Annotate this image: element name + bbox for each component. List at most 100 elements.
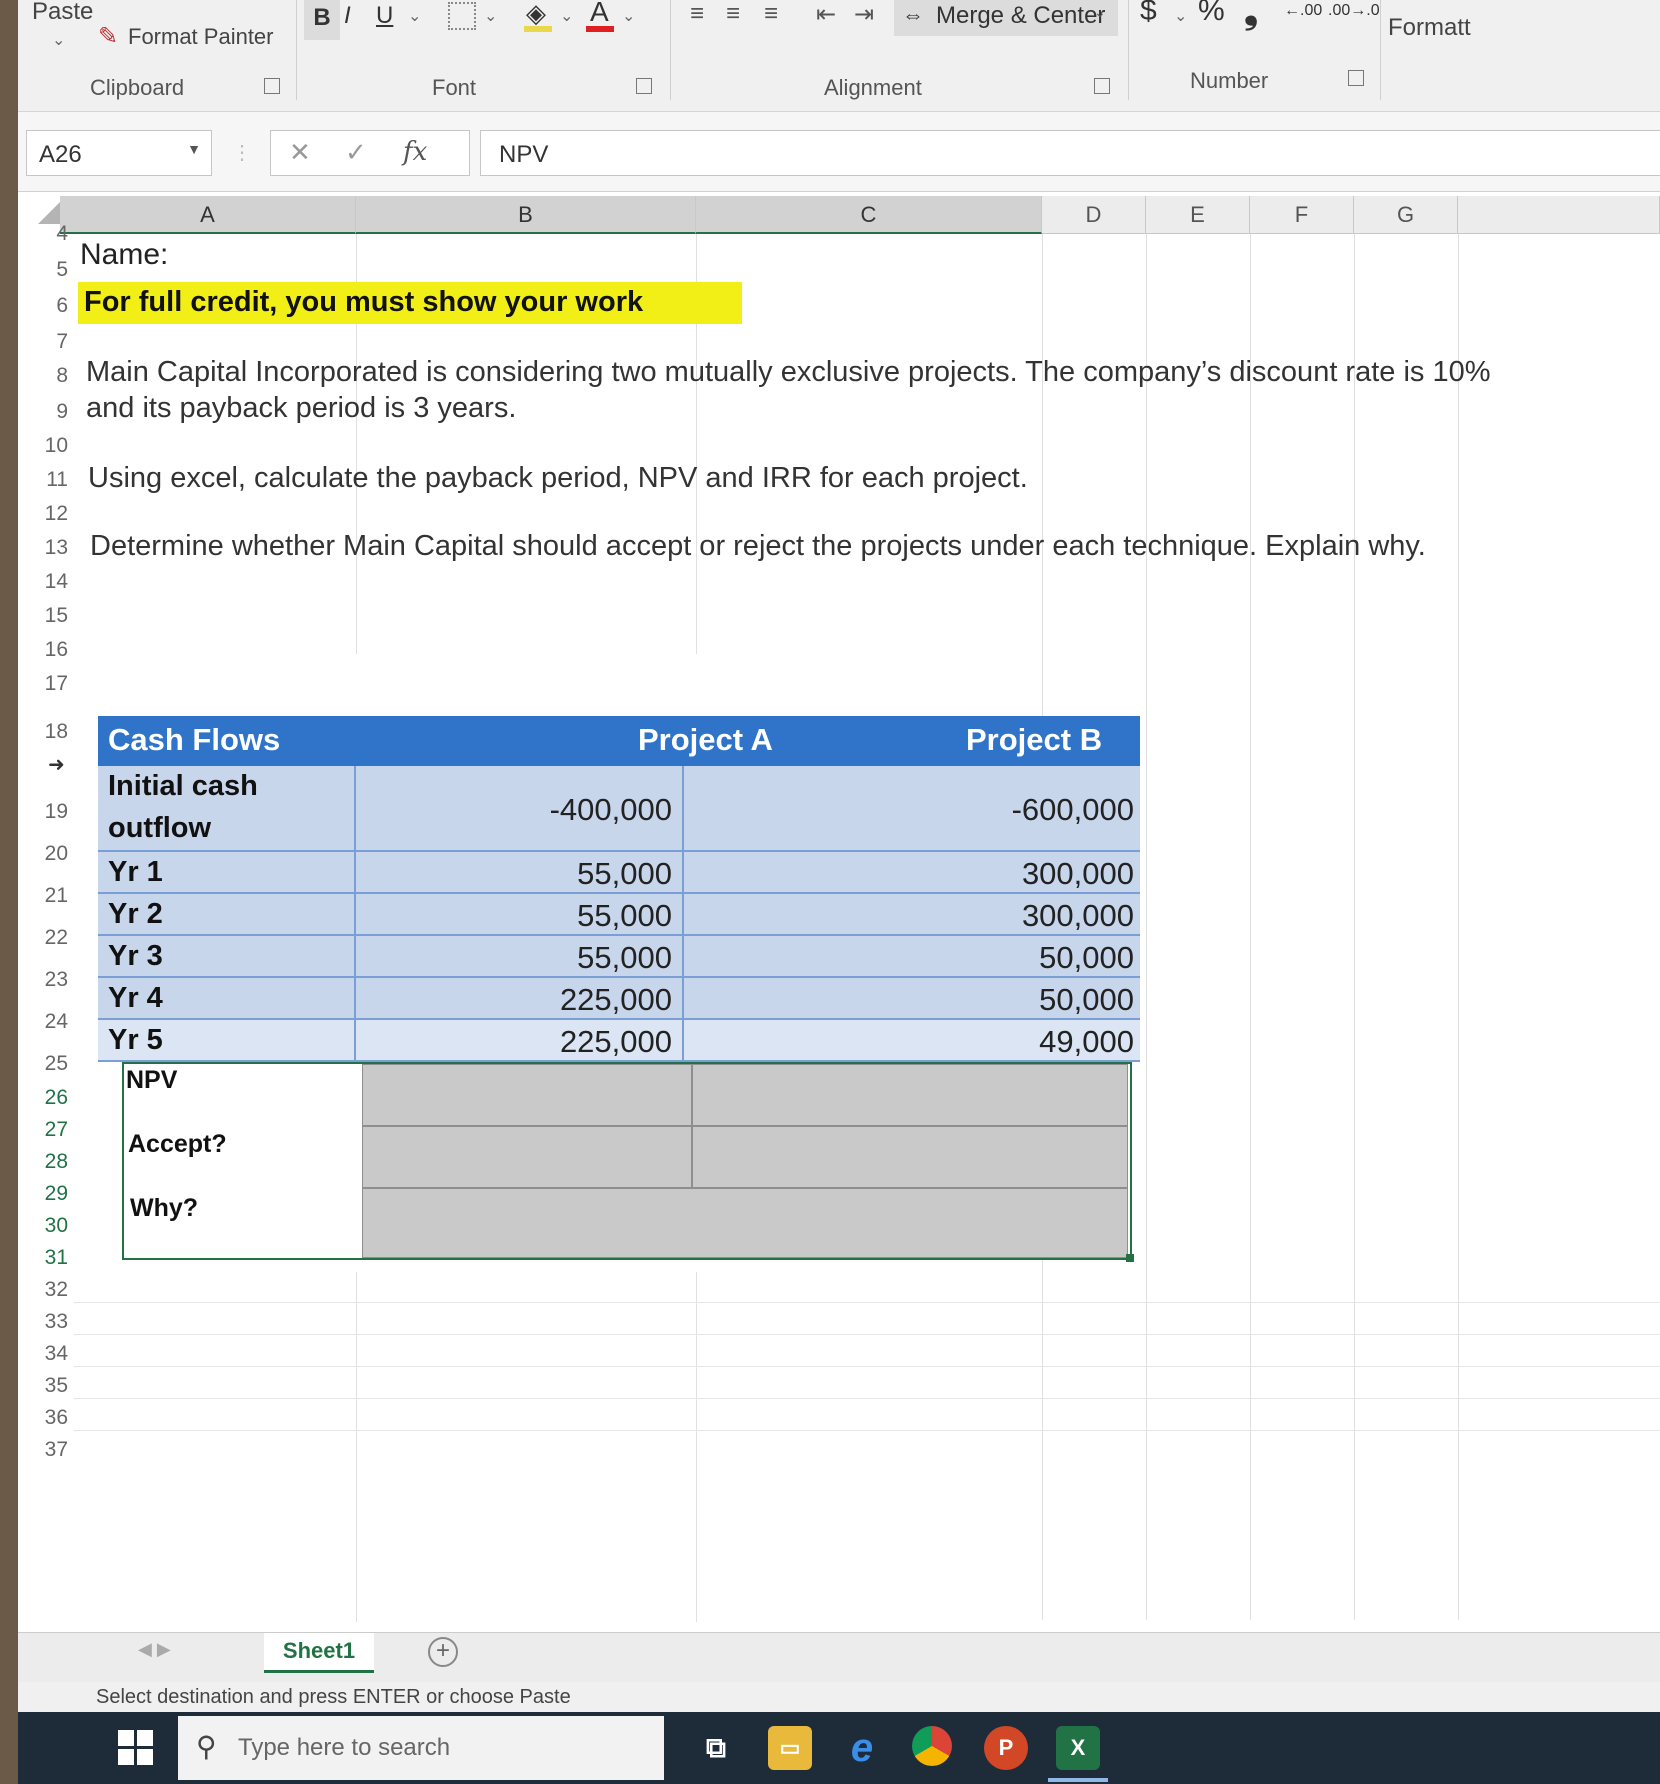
accept-project-b-cell[interactable] bbox=[692, 1126, 1128, 1188]
merge-dropdown-icon[interactable]: ⌄ bbox=[1094, 4, 1106, 21]
row-header[interactable]: 19 bbox=[30, 800, 74, 824]
problem-statement-line1[interactable]: Main Capital Incorporated is considering… bbox=[86, 356, 1491, 389]
row-header[interactable]: 15 bbox=[30, 604, 74, 628]
row-header[interactable]: 11 bbox=[30, 468, 74, 492]
why-label[interactable]: Why? bbox=[130, 1194, 198, 1223]
row-header-selected[interactable]: 31 bbox=[30, 1246, 74, 1270]
row-header[interactable]: 10 bbox=[30, 434, 74, 458]
row-header-selected[interactable]: 27 bbox=[30, 1118, 74, 1142]
row-header-selected[interactable]: 26 bbox=[30, 1086, 74, 1110]
row-header[interactable]: 32 bbox=[30, 1278, 74, 1302]
problem-statement-line2[interactable]: and its payback period is 3 years. bbox=[86, 392, 516, 425]
column-header-a[interactable]: A bbox=[60, 196, 356, 234]
npv-project-b-cell[interactable] bbox=[692, 1064, 1128, 1126]
font-launcher-icon[interactable] bbox=[636, 78, 652, 94]
name-box-dropdown-icon[interactable]: ▼ bbox=[187, 141, 201, 157]
column-header-h[interactable] bbox=[1458, 196, 1660, 234]
task-calculate[interactable]: Using excel, calculate the payback perio… bbox=[88, 462, 1028, 495]
add-sheet-icon[interactable]: + bbox=[428, 1637, 458, 1667]
font-color-icon[interactable]: A bbox=[590, 0, 609, 28]
row-header[interactable]: 36 bbox=[30, 1406, 74, 1430]
header-project-b[interactable]: Project B bbox=[966, 722, 1102, 758]
column-header-f[interactable]: F bbox=[1250, 196, 1354, 234]
percent-button[interactable]: % bbox=[1198, 0, 1225, 28]
header-cash-flows[interactable]: Cash Flows bbox=[108, 722, 280, 758]
alignment-launcher-icon[interactable] bbox=[1094, 78, 1110, 94]
align-left-icon[interactable]: ≡ bbox=[690, 0, 704, 28]
font-color-dropdown-icon[interactable]: ⌄ bbox=[622, 6, 635, 26]
row-header[interactable]: 7 bbox=[30, 330, 74, 354]
npv-label[interactable]: NPV bbox=[126, 1066, 177, 1095]
column-header-e[interactable]: E bbox=[1146, 196, 1250, 234]
bold-button[interactable]: B bbox=[304, 0, 340, 40]
row-header[interactable]: 24 bbox=[30, 1010, 74, 1034]
paste-button[interactable]: Paste bbox=[32, 0, 93, 26]
increase-indent-icon[interactable]: ⇥ bbox=[854, 0, 874, 29]
row-header[interactable]: 4 bbox=[30, 222, 74, 246]
formula-input[interactable]: NPV bbox=[480, 130, 1660, 176]
row-header[interactable]: 9 bbox=[30, 400, 74, 424]
row-header[interactable]: 33 bbox=[30, 1310, 74, 1334]
fill-color-icon[interactable]: ◈ bbox=[526, 0, 546, 29]
merge-center-button[interactable]: ⇔ Merge & Center ⌄ bbox=[894, 0, 1118, 36]
row-header[interactable]: 22 bbox=[30, 926, 74, 950]
conditional-formatting-button[interactable]: Formatt bbox=[1388, 14, 1471, 42]
row-header[interactable]: 17 bbox=[30, 672, 74, 696]
align-right-icon[interactable]: ≡ bbox=[764, 0, 778, 28]
format-painter-button[interactable]: Format Painter bbox=[128, 24, 274, 50]
column-header-d[interactable]: D bbox=[1042, 196, 1146, 234]
row-header[interactable]: 16 bbox=[30, 638, 74, 662]
select-all-icon[interactable] bbox=[38, 202, 60, 224]
row-header[interactable]: 25 bbox=[30, 1052, 74, 1076]
row-header[interactable]: 14 bbox=[30, 570, 74, 594]
insert-function-icon[interactable]: fx bbox=[403, 137, 427, 167]
row-header[interactable]: 8 bbox=[30, 364, 74, 388]
accept-project-a-cell[interactable] bbox=[362, 1126, 692, 1188]
row-header[interactable]: 23 bbox=[30, 968, 74, 992]
clipboard-launcher-icon[interactable] bbox=[264, 78, 280, 94]
name-box[interactable]: A26 ▼ bbox=[26, 130, 212, 176]
why-answer-cell[interactable] bbox=[362, 1188, 1128, 1258]
row-header[interactable]: 35 bbox=[30, 1374, 74, 1398]
decrease-indent-icon[interactable]: ⇤ bbox=[816, 0, 836, 29]
row-header[interactable]: 34 bbox=[30, 1342, 74, 1366]
windows-start-icon[interactable] bbox=[118, 1730, 154, 1766]
align-center-icon[interactable]: ≡ bbox=[726, 0, 740, 28]
decrease-decimal-icon[interactable]: .00→.0 bbox=[1328, 2, 1380, 20]
sheet-nav-arrows-icon[interactable]: ◀ ▶ bbox=[138, 1639, 171, 1660]
borders-icon[interactable] bbox=[448, 2, 476, 30]
row-header-selected[interactable]: 29 bbox=[30, 1182, 74, 1206]
comma-button[interactable]: ❟ bbox=[1244, 0, 1258, 33]
italic-button[interactable]: I bbox=[344, 2, 351, 30]
column-header-b[interactable]: B bbox=[356, 196, 696, 234]
row-header[interactable]: 18 bbox=[30, 720, 74, 744]
row-header[interactable]: 20 bbox=[30, 842, 74, 866]
underline-button[interactable]: U bbox=[376, 2, 393, 30]
excel-icon[interactable]: X bbox=[1056, 1726, 1100, 1770]
currency-button[interactable]: $ bbox=[1140, 0, 1157, 28]
sheet-tab-sheet1[interactable]: Sheet1 bbox=[264, 1633, 374, 1673]
name-label-cell[interactable]: Name: bbox=[80, 238, 168, 272]
number-launcher-icon[interactable] bbox=[1348, 70, 1364, 86]
column-header-c[interactable]: C bbox=[696, 196, 1042, 234]
file-explorer-icon[interactable]: ▭ bbox=[768, 1726, 812, 1770]
instruction-cell[interactable]: For full credit, you must show your work bbox=[84, 286, 643, 319]
task-view-icon[interactable]: ⧉ bbox=[694, 1726, 738, 1770]
enter-icon[interactable]: ✓ bbox=[345, 137, 367, 168]
edge-browser-icon[interactable]: e bbox=[840, 1726, 884, 1770]
column-header-g[interactable]: G bbox=[1354, 196, 1458, 234]
powerpoint-icon[interactable]: P bbox=[984, 1726, 1028, 1770]
borders-dropdown-icon[interactable]: ⌄ bbox=[484, 6, 497, 26]
header-project-a[interactable]: Project A bbox=[638, 722, 773, 758]
fill-handle[interactable] bbox=[1126, 1254, 1134, 1262]
paste-dropdown-icon[interactable]: ⌄ bbox=[52, 30, 65, 50]
row-header[interactable]: 21 bbox=[30, 884, 74, 908]
chrome-icon[interactable] bbox=[912, 1726, 952, 1766]
row-header-selected[interactable]: 30 bbox=[30, 1214, 74, 1238]
worksheet-grid[interactable]: A B C D E F G 4 5 6 7 8 9 10 11 12 13 14… bbox=[18, 192, 1660, 1632]
task-determine[interactable]: Determine whether Main Capital should ac… bbox=[90, 530, 1426, 563]
row-header[interactable]: 37 bbox=[30, 1438, 74, 1462]
cancel-icon[interactable]: ✕ bbox=[289, 137, 311, 168]
row-header[interactable]: 12 bbox=[30, 502, 74, 526]
row-header[interactable]: 13 bbox=[30, 536, 74, 560]
